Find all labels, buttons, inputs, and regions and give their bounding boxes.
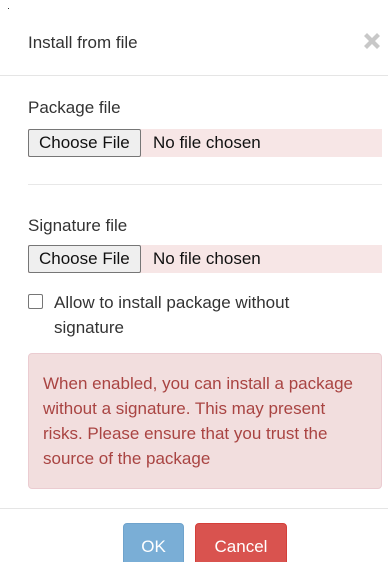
warning-text: When enabled, you can install a package … bbox=[43, 374, 353, 468]
signature-file-label: Signature file bbox=[28, 216, 128, 235]
package-file-status: No file chosen bbox=[153, 133, 261, 152]
allow-unsigned-label[interactable]: Allow to install package without signatu… bbox=[54, 290, 354, 340]
ok-button[interactable]: OK bbox=[123, 523, 184, 562]
signature-file-status: No file chosen bbox=[153, 249, 261, 268]
package-file-input: Choose File No file chosen bbox=[28, 129, 382, 157]
allow-unsigned-checkbox[interactable] bbox=[28, 294, 43, 309]
install-from-file-dialog: Install from file Package file Choose Fi… bbox=[0, 0, 388, 562]
signature-file-input: Choose File No file chosen bbox=[28, 245, 382, 273]
cancel-button[interactable]: Cancel bbox=[195, 523, 287, 562]
package-choose-file-button[interactable]: Choose File bbox=[28, 129, 141, 157]
warning-alert: When enabled, you can install a package … bbox=[28, 353, 382, 489]
close-button[interactable] bbox=[359, 28, 385, 54]
dialog-title: Install from file bbox=[28, 33, 138, 52]
package-file-label: Package file bbox=[28, 98, 121, 117]
dialog-footer: OK Cancel bbox=[0, 508, 388, 562]
section-divider bbox=[28, 184, 382, 185]
signature-choose-file-button[interactable]: Choose File bbox=[28, 245, 141, 273]
close-icon bbox=[364, 33, 380, 49]
dialog-header: Install from file bbox=[0, 0, 388, 76]
